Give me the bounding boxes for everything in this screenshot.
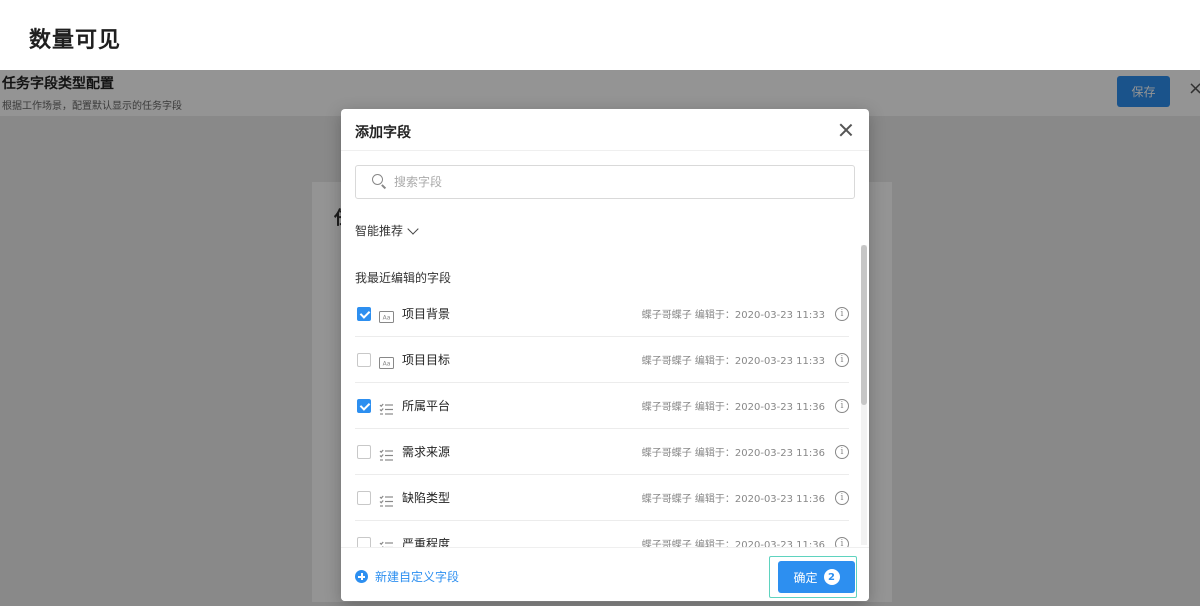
confirm-label: 确定 (793, 570, 818, 585)
svg-text:Aa: Aa (383, 360, 391, 367)
info-icon[interactable]: i (835, 444, 849, 459)
new-custom-field-link[interactable]: 新建自定义字段 (355, 568, 459, 585)
page-title: 数量可见 (29, 22, 122, 54)
info-icon[interactable]: i (835, 306, 849, 321)
modal-title: 添加字段 (355, 125, 411, 141)
modal-footer: 新建自定义字段 确定 2 (341, 547, 869, 601)
field-row[interactable]: 严重程度 蝶子哥蝶子 编辑于：2020-03-23 11:36 i (355, 521, 849, 547)
new-custom-field-label: 新建自定义字段 (375, 570, 460, 584)
list-field-icon (379, 492, 394, 507)
scrollbar[interactable] (861, 245, 867, 545)
field-edit-meta: 蝶子哥蝶子 编辑于：2020-03-23 11:36 (641, 402, 825, 413)
plus-circle-icon (355, 570, 368, 583)
page-title-text: 数量可见 (29, 28, 122, 53)
info-icon[interactable]: i (835, 490, 849, 505)
field-checkbox[interactable] (357, 352, 371, 367)
field-row[interactable]: 所属平台 蝶子哥蝶子 编辑于：2020-03-23 11:36 i (355, 383, 849, 429)
info-icon[interactable]: i (835, 398, 849, 413)
info-icon[interactable]: i (835, 352, 849, 367)
field-edit-meta: 蝶子哥蝶子 编辑于：2020-03-23 11:36 (641, 448, 825, 459)
add-field-modal: 添加字段 智能推荐 我最近编辑的字段 Aa项目背景蝶子哥蝶子 编辑于：2020-… (341, 109, 869, 601)
section-title: 我最近编辑的字段 (355, 271, 452, 285)
search-icon (370, 172, 390, 192)
modal-header: 添加字段 (341, 109, 869, 151)
field-list: Aa 项目背景 蝶子哥蝶子 编辑于：2020-03-23 11:33 i Aa 项目目标蝶… (355, 291, 849, 547)
selected-count-badge: 2 (823, 569, 840, 585)
text-field-icon: Aa (379, 354, 394, 369)
field-name: 需求来源 (402, 445, 451, 459)
field-checkbox[interactable] (357, 398, 371, 413)
field-checkbox[interactable] (357, 490, 371, 505)
list-field-icon (379, 400, 394, 415)
smart-recommend-toggle[interactable]: 智能推荐 (355, 222, 419, 239)
field-checkbox[interactable] (357, 306, 371, 321)
field-name: 所属平台 (402, 399, 451, 413)
field-row[interactable]: Aa 项目目标 蝶子哥蝶子 编辑于：2020-03-23 11:33 i (355, 337, 849, 383)
field-edit-meta: 蝶子哥蝶子 编辑于：2020-03-23 11:33 (641, 356, 825, 367)
field-edit-meta: 蝶子哥蝶子 编辑于：2020-03-23 11:36 (641, 540, 825, 547)
field-row[interactable]: 缺陷类型 蝶子哥蝶子 编辑于：2020-03-23 11:36 i (355, 475, 849, 521)
field-row[interactable]: 需求来源 蝶子哥蝶子 编辑于：2020-03-23 11:36 i (355, 429, 849, 475)
field-edit-meta: 蝶子哥蝶子 编辑于：2020-03-23 11:36 (641, 494, 825, 505)
chevron-down-icon (407, 222, 419, 235)
confirm-button[interactable]: 确定 2 (778, 561, 855, 593)
top-header: 数量可见 (0, 0, 1200, 70)
field-name: 严重程度 (402, 537, 451, 547)
info-icon[interactable]: i (835, 536, 849, 547)
field-checkbox[interactable] (357, 536, 371, 547)
field-edit-meta: 蝶子哥蝶子 编辑于：2020-03-23 11:33 (641, 310, 825, 321)
close-icon[interactable] (837, 121, 855, 139)
field-name: 项目背景 (402, 307, 451, 321)
field-name: 项目目标 (402, 353, 451, 367)
search-input[interactable] (394, 175, 834, 189)
field-row[interactable]: Aa 项目背景 蝶子哥蝶子 编辑于：2020-03-23 11:33 i (355, 291, 849, 337)
smart-recommend-label: 智能推荐 (355, 224, 404, 238)
field-checkbox[interactable] (357, 444, 371, 459)
field-name: 缺陷类型 (402, 491, 451, 505)
search-box[interactable] (355, 165, 855, 199)
list-field-icon (379, 538, 394, 547)
svg-text:Aa: Aa (383, 314, 391, 321)
text-field-icon: Aa (379, 308, 394, 323)
list-field-icon (379, 446, 394, 461)
scrollbar-thumb[interactable] (861, 245, 867, 405)
